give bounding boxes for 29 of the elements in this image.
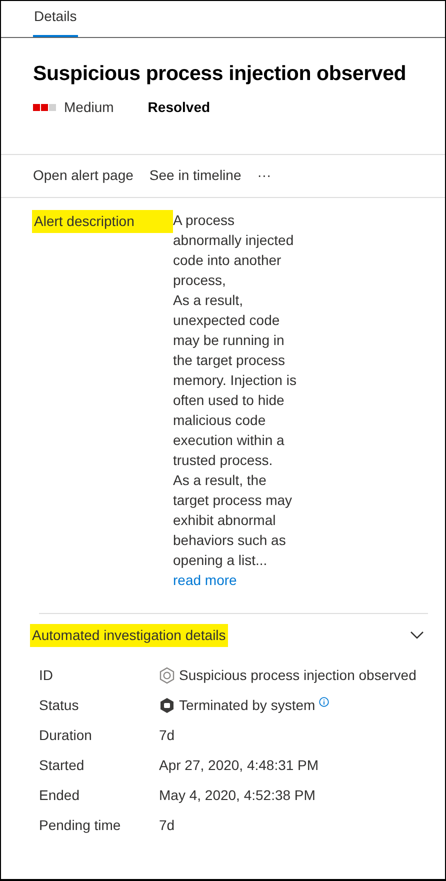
description-text: As a result, unexpected code may be running in the target process memory. Injection is often used to hide malicious code execution within a trusted process. <box>173 290 298 470</box>
field-value: 7d <box>159 816 175 835</box>
hexagon-icon <box>159 696 175 714</box>
description-text: As a result, the target process may exhibit abnormal behaviors such as opening a list... <box>173 470 294 570</box>
field-value: May 4, 2020, 4:52:38 PM <box>159 786 316 805</box>
info-icon[interactable] <box>319 696 330 707</box>
field-label: Duration <box>39 726 93 745</box>
field-label: ID <box>39 666 54 685</box>
hexagon-icon <box>159 666 175 684</box>
section-title: Automated investigation details <box>30 624 228 647</box>
field-label: Pending time <box>39 816 122 835</box>
section-label: Alert description <box>32 210 173 233</box>
action-link[interactable]: See in timeline <box>149 165 242 186</box>
field-value: Suspicious process injection observed <box>179 666 416 685</box>
chevron-down-icon[interactable] <box>410 631 424 640</box>
read-more-link[interactable]: read more <box>173 572 237 588</box>
field-label: Status <box>39 696 80 715</box>
tab[interactable]: Details <box>33 6 78 37</box>
action-link[interactable]: Open alert page <box>33 165 134 186</box>
alert-title: Suspicious process injection observed <box>33 61 408 87</box>
description-text: A process abnormally injected code into another process, <box>173 210 295 290</box>
more-button[interactable]: ··· <box>257 165 272 186</box>
field-value: Apr 27, 2020, 4:48:31 PM <box>159 756 319 775</box>
field-value: Terminated by system <box>179 696 316 715</box>
severity-label: Medium <box>64 98 114 118</box>
field-label: Ended <box>39 786 80 805</box>
field-value: 7d <box>159 726 175 745</box>
field-label: Started <box>39 756 86 775</box>
status-label: Resolved <box>148 98 210 118</box>
